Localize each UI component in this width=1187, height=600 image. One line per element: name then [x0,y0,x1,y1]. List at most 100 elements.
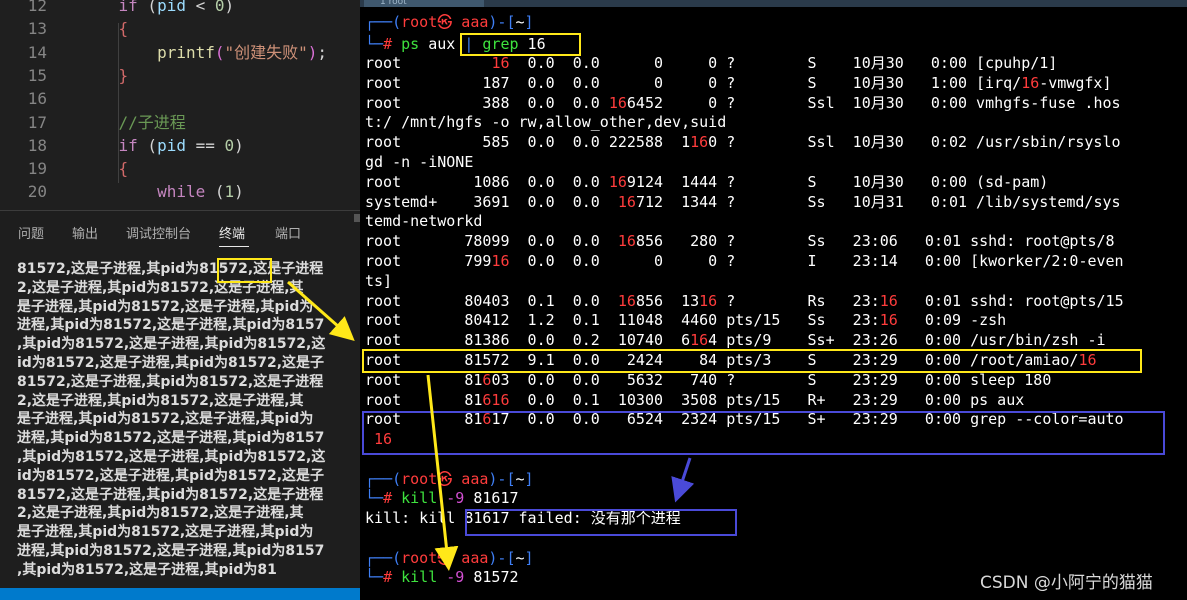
code-line: 19 { [0,157,360,180]
ps-row: root 81386 0.0 0.2 10740 6164 pts/9 Ss+ … [365,331,1106,351]
tab-debug-console[interactable]: 调试控制台 [126,223,191,242]
terminal-tab[interactable]: 1 root [364,0,484,7]
code-line: 20 while (1) [0,180,360,203]
prompt-user: root [401,470,438,488]
code-line: 13 { [0,17,360,40]
ps-row: root 187 0.0 0.0 0 0 ? S 10月30 1:00 [irq… [365,74,1112,94]
terminal-output-line: id为81572,这是子进程,其pid为81572,这是子 [17,355,325,371]
command-name: kill [401,489,438,507]
ps-row: root 81617 0.0 0.0 6524 2324 pts/15 S+ 2… [365,410,1124,430]
ps-text: gd -n -iNONE [365,153,474,171]
ps-row: root 388 0.0 0.0 166452 0 ? Ssl 10月30 0:… [365,94,1121,114]
terminal-output-line: 是子进程,其pid为81572,这是子进程,其pid为 [17,298,314,315]
tab-terminal[interactable]: 终端 [219,223,245,242]
grep-match: 16 [617,192,636,211]
terminal-output-line: 2,这是子进程,其pid为81572,这是子进程,其 [17,505,304,522]
prompt-at-symbol: ㉿ [437,549,453,567]
code-editor[interactable]: 12 if (pid < 0) 13 {14 printf("创建失败"); 15 … [0,0,360,210]
ps-text: -vmwgfx] [1039,73,1112,92]
ps-row: ts] [365,272,392,292]
ps-text: 0.0 0.0 0 0 ? I 23:14 0:00 [kworker/2:0-… [509,252,1124,270]
line-number: 20 [27,182,47,202]
prompt-hash: # [383,35,393,53]
terminal-tab-bar: 1 root [360,0,1187,7]
status-bar [0,588,360,600]
line-number: 15 [27,65,47,85]
code-token: //子进程 [118,112,186,132]
command-args: 81617 [464,489,519,507]
code-token: ) [234,182,244,202]
code-token: pid [157,0,186,15]
tab-output[interactable]: 输出 [72,223,98,242]
ps-text: t:/ /mnt/hgfs -o rw,allow_other,dev,suid [365,113,727,132]
ps-text: 6452 0 ? Ssl 10月30 0:00 vmhgfs-fuse .hos [626,93,1121,112]
terminal-output-line: 81572,这是子进程,其pid为81572,这是子进程 [17,373,324,390]
line-number: 13 [27,19,47,39]
ps-text: root 78099 0.0 0.0 [365,232,618,251]
ps-text: root 799 [365,252,492,270]
ps-text: root 81386 0.0 0.2 10740 6 [365,331,691,350]
code-line: 14 printf("创建失败"); [0,41,360,64]
command-line: └─# kill -9 81617 [365,489,519,507]
kali-terminal-window[interactable]: 1 root ┌──(root㉿ aaa)-[~] └─# ps aux | g… [360,0,1187,600]
grep-match: 16 [491,54,510,72]
prompt-line: ┌──(root㉿ aaa)-[~] [365,549,534,567]
code-text: if (pid < 0) [80,0,235,17]
ps-text: 0.0 0.0 0 0 ? S 10月30 0:00 [cpuhp/1] [509,54,1058,72]
grep-match: 16 [699,291,718,310]
vscode-terminal-output[interactable]: 81572,这是子进程,其pid为81572,这是子进程 2,这是子进程,其pid… [0,258,360,588]
prompt-dir: ~ [515,13,525,31]
ps-row: root 78099 0.0 0.0 16856 280 ? Ss 23:06 … [365,232,1115,252]
command-args: aux [419,35,456,53]
code-token: 1 [224,182,235,202]
command-name: ps [401,35,420,53]
terminal-output-line: 2,这是子进程,其pid为81572,这是子进程,其 [17,392,304,409]
command-line: └─# kill -9 81572 [365,568,519,586]
grep-match: 16 [879,291,898,310]
ps-text: root 81 [365,410,483,429]
ps-row: root 80403 0.1 0.0 16856 1316 ? Rs 23:16… [365,292,1124,312]
grep-match: 16 [491,252,510,270]
tab-problems[interactable]: 问题 [18,223,44,242]
ps-row: root 81603 0.0 0.0 5632 740 ? S 23:29 0:… [365,371,1051,391]
grep-match: 16 [1078,351,1097,369]
code-token: pid [157,135,186,155]
ps-row: root 1086 0.0 0.0 169124 1444 ? S 10月30 … [365,173,1048,193]
grep-match: 16 [374,430,393,449]
prompt-line: ┌──(root㉿ aaa)-[~] [365,13,534,31]
code-token: == [185,135,225,155]
terminal-output-line: 进程,其pid为81572,这是子进程,其pid为8157 [17,543,325,559]
prompt-user: root [401,549,438,567]
vscode-window: 12 if (pid < 0) 13 {14 printf("创建失败"); 15 … [0,0,360,600]
ps-text: 0 ? Ssl 10月30 0:02 /usr/sbin/rsyslo [708,133,1121,152]
ps-text: 4 pts/9 Ss+ 23:26 0:00 /usr/bin/zsh -i [708,331,1106,350]
ps-row: root 585 0.0 0.0 222588 1160 ? Ssl 10月30… [365,133,1121,153]
terminal-output-line: ,其pid为81572,这是子进程,其pid为81572,这 [17,336,326,353]
command-args: 81572 [464,568,519,586]
code-token: if [118,135,138,155]
ps-row: root 81572 9.1 0.0 2424 84 pts/3 S 23:29… [365,351,1097,371]
ps-text: temd-networkd [365,212,483,231]
ps-text: ts] [365,271,393,290]
code-line: 16 [0,87,360,110]
ps-row: systemd+ 3691 0.0 0.0 16712 1344 ? Ss 10… [365,193,1121,213]
terminal-output-line: id为81572,这是子进程,其pid为81572,这是子 [17,467,325,484]
grep-match: 16 [608,93,627,112]
code-token: 0 [224,135,235,155]
ps-text: root [365,54,492,72]
ps-text: 0:09 -zsh [897,311,1007,330]
prompt-user: root [401,13,438,31]
ps-text: 856 13 [635,291,700,310]
prompt-dir: ~ [515,549,525,567]
command-flag: -9 [437,489,465,507]
terminal-output-line: ,其pid为81572,这是子进程,其pid为81572,这 [17,449,326,465]
prompt-dir: ~ [515,470,525,488]
code-token: ) [234,135,244,155]
code-token: ( [214,42,225,62]
code-text: printf("创建失败"); [80,41,327,64]
command-pipe: | [455,35,483,53]
tab-ports[interactable]: 端口 [275,223,301,242]
